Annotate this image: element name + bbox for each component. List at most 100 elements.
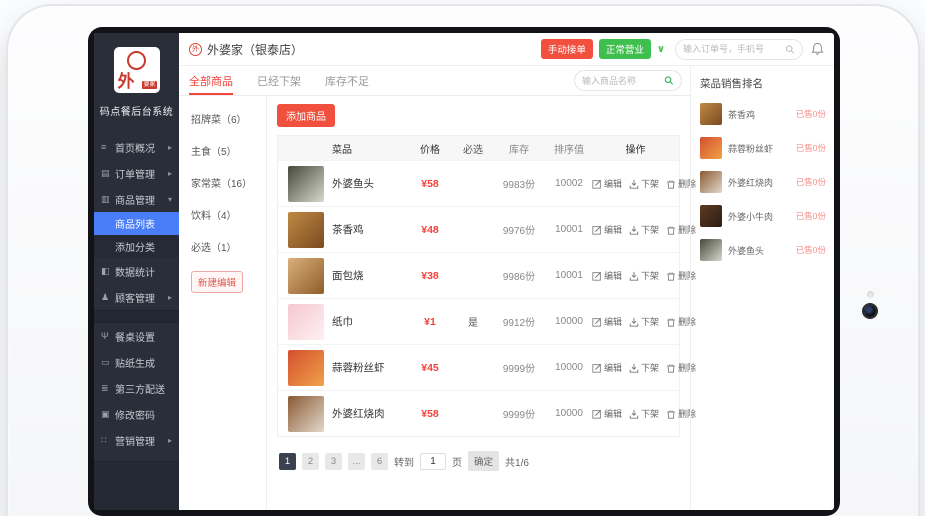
sidebar-item-sticker[interactable]: ▭ 贴纸生成: [94, 349, 179, 375]
ranking-item: 茶香鸡 已售0份: [700, 103, 826, 125]
dish-sort-value: 10000: [546, 408, 592, 419]
edit-label: 编辑: [604, 223, 622, 236]
take-down-button[interactable]: 下架: [629, 315, 659, 328]
sidebar-item-tables[interactable]: Ψ 餐桌设置: [94, 323, 179, 349]
top-header: 外 外婆家（银泰店） 手动接单 正常营业 ∨: [179, 33, 834, 66]
sidebar-item-delivery[interactable]: ≣ 第三方配送: [94, 375, 179, 401]
dish-stock: 9976份: [492, 222, 546, 237]
take-down-button[interactable]: 下架: [629, 361, 659, 374]
sales-ranking-panel: 菜品销售排名 茶香鸡 已售0份 蒜蓉粉丝虾 已售0份 外婆红烧肉 已售0份: [690, 66, 834, 510]
sidebar-item-statistics[interactable]: ◧ 数据统计: [94, 258, 179, 284]
dish-sort-value: 10000: [546, 316, 592, 327]
edit-icon: [592, 271, 602, 281]
page-button-ellipsis[interactable]: ...: [348, 453, 365, 470]
sidebar-item-orders[interactable]: ▤ 订单管理 ▸: [94, 160, 179, 186]
goto-label: 转到: [394, 454, 414, 469]
dish-thumbnail: [288, 212, 324, 248]
chevron-right-icon: ▸: [168, 293, 172, 302]
chevron-right-icon: ▸: [168, 436, 172, 445]
page-button-3[interactable]: 3: [325, 453, 342, 470]
sidebar-item-marketing[interactable]: ∷ 营销管理 ▸: [94, 427, 179, 453]
edit-button[interactable]: 编辑: [592, 269, 622, 282]
search-icon: [664, 75, 674, 86]
dish-price: ¥58: [406, 178, 454, 190]
category-item[interactable]: 家常菜（16）: [191, 175, 266, 190]
sidebar-item-label: 第三方配送: [115, 381, 172, 396]
take-down-button[interactable]: 下架: [629, 223, 659, 236]
take-down-button[interactable]: 下架: [629, 407, 659, 420]
dish-stock: 9999份: [492, 360, 546, 375]
dish-name: 纸巾: [332, 314, 353, 329]
edit-button[interactable]: 编辑: [592, 223, 622, 236]
product-table: 菜品 价格 必选 库存 排序值 操作 外婆鱼头 ¥58: [277, 135, 680, 437]
dish-name: 面包烧: [332, 268, 364, 283]
home-icon: ≡: [101, 142, 115, 152]
take-down-label: 下架: [641, 177, 659, 190]
sidebar-item-label: 首页概况: [115, 140, 168, 155]
sidebar-item-add-category[interactable]: 添加分类: [94, 235, 179, 258]
dish-thumbnail: [288, 350, 324, 386]
ranking-dish-name: 茶香鸡: [728, 108, 796, 121]
search-icon: [785, 44, 795, 55]
status-chevron-down-icon[interactable]: ∨: [657, 44, 665, 55]
ranking-sold-count: 已售0份: [796, 108, 826, 120]
goto-page-input[interactable]: [420, 453, 446, 470]
col-header-stock: 库存: [492, 141, 546, 156]
tab-bar: 全部商品 已经下架 库存不足: [179, 66, 690, 96]
ranking-title: 菜品销售排名: [700, 76, 826, 91]
edit-button[interactable]: 编辑: [592, 315, 622, 328]
dish-price: ¥45: [406, 362, 454, 374]
ranking-sold-count: 已售0份: [796, 142, 826, 154]
add-product-button[interactable]: 添加商品: [277, 104, 335, 127]
sidebar-item-product-list[interactable]: 商品列表: [94, 212, 179, 235]
order-search-input[interactable]: [683, 44, 785, 54]
edit-button[interactable]: 编辑: [592, 407, 622, 420]
dish-thumbnail: [288, 166, 324, 202]
category-item[interactable]: 招牌菜（6）: [191, 111, 266, 126]
take-down-button[interactable]: 下架: [629, 269, 659, 282]
table-setting-icon: Ψ: [101, 331, 115, 341]
delivery-icon: ≣: [101, 383, 115, 394]
category-item[interactable]: 饮料（4）: [191, 207, 266, 222]
tab-low-stock[interactable]: 库存不足: [325, 66, 369, 95]
ranking-sold-count: 已售0份: [796, 210, 826, 222]
page-button-1[interactable]: 1: [279, 453, 296, 470]
edit-label: 编辑: [604, 269, 622, 282]
category-item[interactable]: 必选（1）: [191, 239, 266, 254]
sidebar-item-customers[interactable]: ♟ 顾客管理 ▸: [94, 284, 179, 310]
take-down-button[interactable]: 下架: [629, 177, 659, 190]
sidebar-item-products[interactable]: ▥ 商品管理 ▾: [94, 186, 179, 212]
admin-app: 外 婆家 码点餐后台系统 ≡ 首页概况 ▸ ▤ 订单管理 ▸ ▥ 商品管理 ▾ …: [94, 33, 834, 510]
edit-button[interactable]: 编辑: [592, 361, 622, 374]
ranking-item: 外婆小牛肉 已售0份: [700, 205, 826, 227]
take-down-icon: [629, 179, 639, 189]
sidebar: 外 婆家 码点餐后台系统 ≡ 首页概况 ▸ ▤ 订单管理 ▸ ▥ 商品管理 ▾ …: [94, 33, 179, 510]
category-item[interactable]: 主食（5）: [191, 143, 266, 158]
take-down-icon: [629, 317, 639, 327]
sidebar-item-home[interactable]: ≡ 首页概况 ▸: [94, 134, 179, 160]
tab-off-shelf[interactable]: 已经下架: [257, 66, 301, 95]
dish-stock: 9999份: [492, 406, 546, 421]
dish-thumbnail: [700, 137, 722, 159]
sidebar-item-password[interactable]: ▣ 修改密码: [94, 401, 179, 427]
table-row: 茶香鸡 ¥48 9976份 10001 编辑 下架 删除: [278, 206, 679, 252]
sidebar-filler: [94, 461, 179, 510]
dish-required: 是: [454, 314, 492, 329]
new-category-button[interactable]: 新建编辑: [191, 271, 243, 293]
sidebar-item-label: 订单管理: [115, 166, 168, 181]
edit-button[interactable]: 编辑: [592, 177, 622, 190]
notification-bell-icon[interactable]: [811, 42, 824, 56]
tablet-sensor-dot: [867, 291, 874, 298]
page-button-2[interactable]: 2: [302, 453, 319, 470]
dish-name: 茶香鸡: [332, 222, 364, 237]
manual-order-button[interactable]: 手动接单: [541, 39, 593, 59]
center-column: 全部商品 已经下架 库存不足 招牌菜（6） 主食（5）: [179, 66, 690, 510]
chevron-right-icon: ▸: [168, 143, 172, 152]
page-button-6[interactable]: 6: [371, 453, 388, 470]
dish-thumbnail: [700, 103, 722, 125]
goto-confirm-button[interactable]: 确定: [468, 451, 499, 471]
sidebar-item-label: 餐桌设置: [115, 329, 172, 344]
product-search-input[interactable]: [582, 76, 664, 86]
business-status-button[interactable]: 正常营业: [599, 39, 651, 59]
tab-all-products[interactable]: 全部商品: [189, 66, 233, 95]
